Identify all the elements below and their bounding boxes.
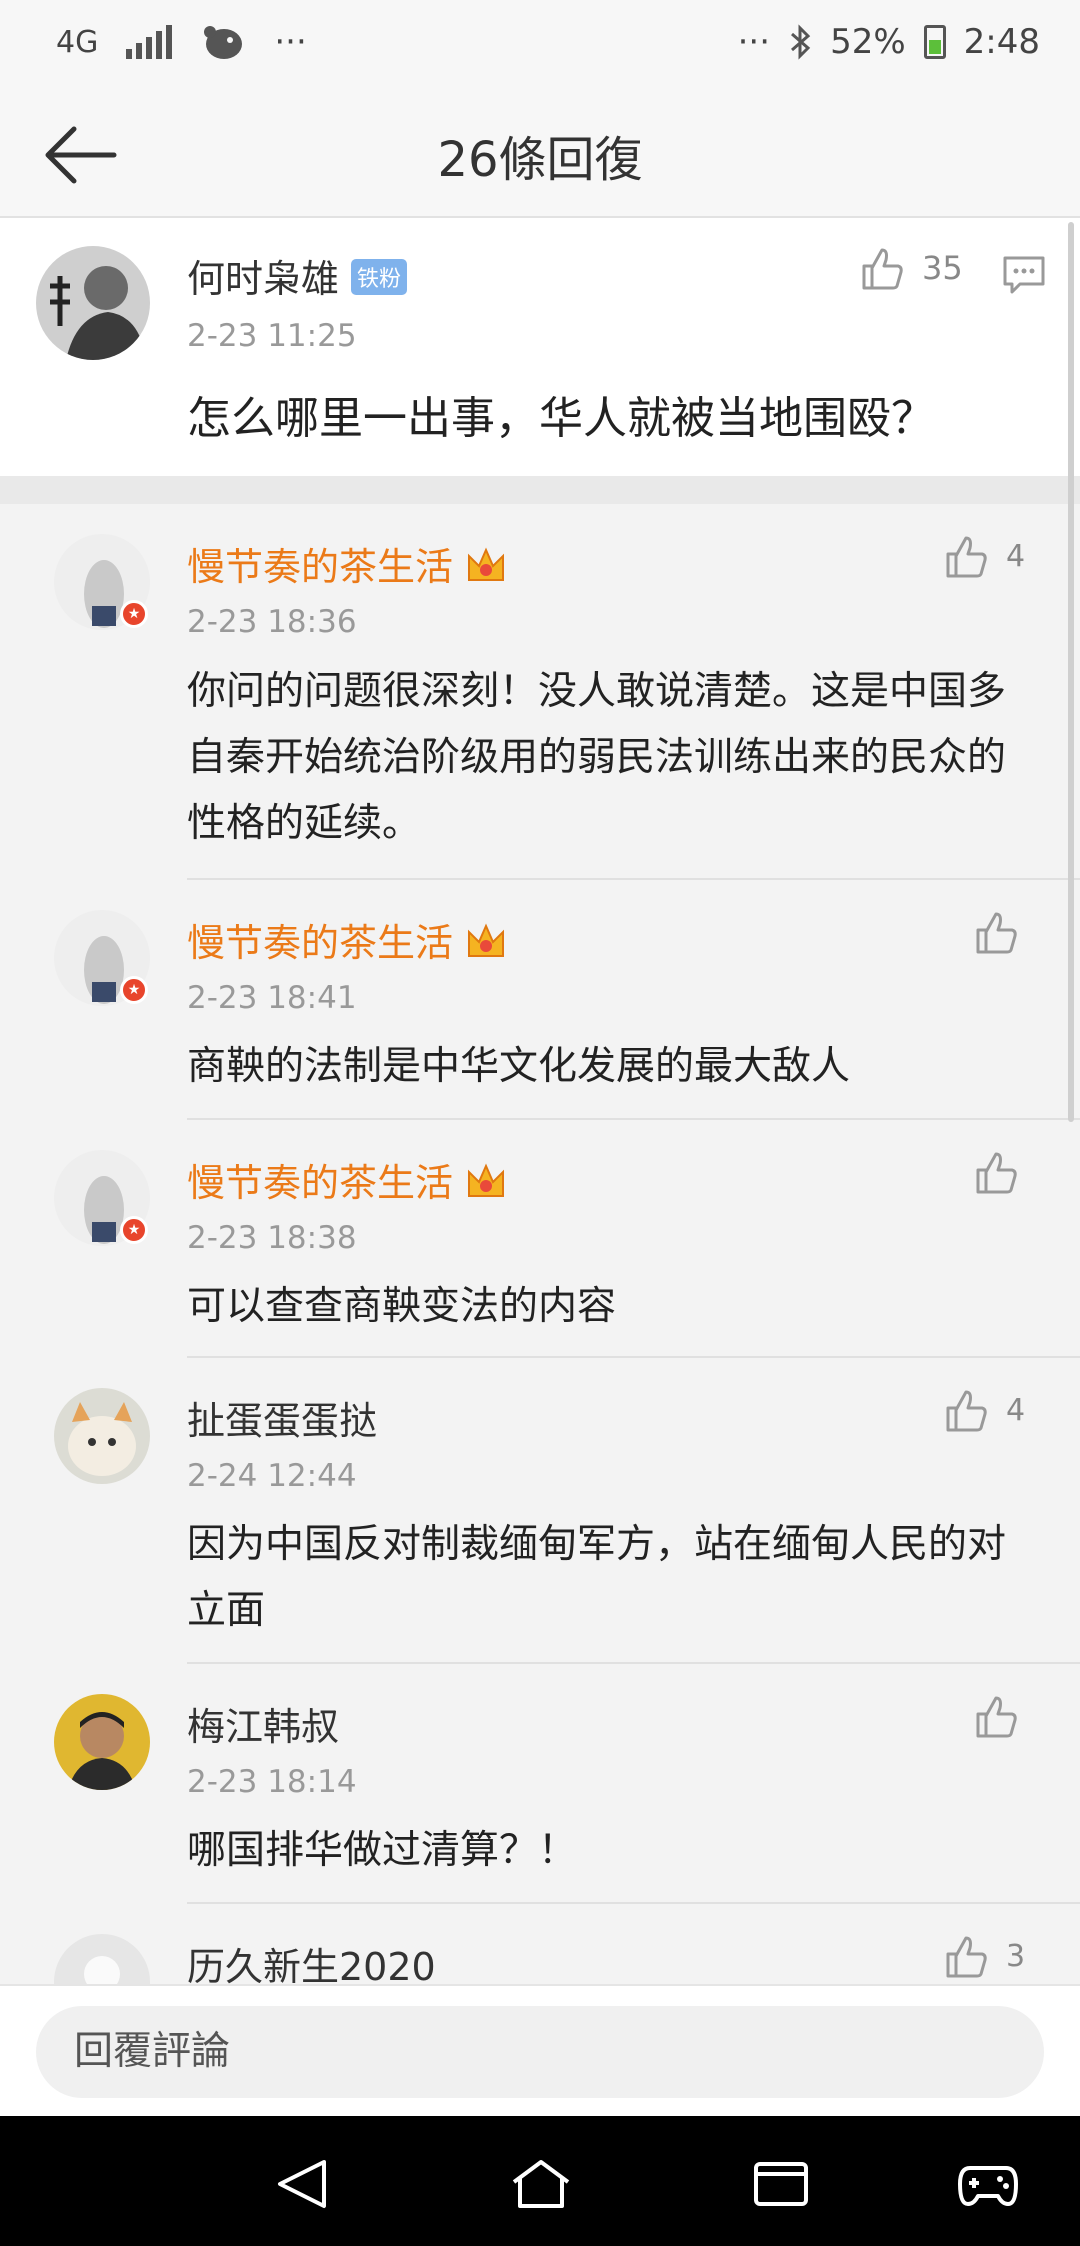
system-nav-bar <box>0 2116 1080 2246</box>
like-button[interactable]: 3 <box>942 1932 1025 1980</box>
thumbs-up-icon <box>976 1152 1017 1194</box>
back-nav-icon[interactable] <box>274 2156 330 2212</box>
reply-input[interactable]: 回覆評論 <box>36 2006 1044 2098</box>
signal-icon <box>126 25 173 59</box>
battery-percent: 52% <box>830 22 906 62</box>
reply-author[interactable]: 慢节奏的茶生活 <box>187 1152 507 1207</box>
reply-bar: 回覆評論 <box>0 1984 1080 2116</box>
network-indicator: 4G <box>56 24 99 60</box>
comment-author[interactable]: 何时枭雄 铁粉 <box>187 248 408 303</box>
recents-nav-icon[interactable] <box>752 2156 810 2212</box>
comment-icon[interactable] <box>1002 254 1046 296</box>
like-button[interactable]: 4 <box>942 532 1025 580</box>
app-notification-icon <box>204 26 243 59</box>
comment-time: 2-23 11:25 <box>187 318 357 354</box>
reply-time: 2-23 18:38 <box>187 1220 357 1256</box>
crown-icon <box>468 923 505 957</box>
reply-text: 哪国排华做过清算？！ <box>187 1828 578 1873</box>
like-count: 3 <box>1006 1938 1026 1974</box>
clock: 2:48 <box>963 22 1040 62</box>
thumbs-up-icon <box>946 1390 987 1432</box>
reply-text: 商鞅的法制是中华文化发展的最大敌人 <box>187 1044 851 1089</box>
reply-text: 你问的问题很深刻！没人敢说清楚。这是中国多自秦开始统治阶级用的弱民法训练出来的民… <box>187 669 1007 846</box>
home-nav-icon[interactable] <box>510 2156 572 2212</box>
avatar[interactable] <box>54 1934 150 1984</box>
reply-time: 2-23 18:14 <box>187 1764 357 1800</box>
like-button[interactable]: 4 <box>942 1386 1025 1434</box>
divider <box>187 1118 1080 1120</box>
reply-author[interactable]: 慢节奏的茶生活 <box>187 912 507 967</box>
bluetooth-icon <box>791 24 811 60</box>
like-count: 4 <box>1006 538 1026 574</box>
more-status: ··· <box>737 22 771 62</box>
reply-time: 2-24 12:44 <box>187 1458 357 1494</box>
reply-time: 2-23 18:36 <box>187 604 357 640</box>
main-comment: 何时枭雄 铁粉 2-23 11:25 35 怎么哪里一出事，华人就被当地围殴？ <box>0 218 1080 476</box>
divider <box>187 1356 1080 1358</box>
reply-author[interactable]: 慢节奏的茶生活 <box>187 536 507 591</box>
section-divider <box>0 476 1080 504</box>
like-button[interactable] <box>972 1692 1020 1740</box>
avatar[interactable] <box>54 1694 150 1790</box>
reply-text: 可以查查商鞅变法的内容 <box>187 1284 617 1329</box>
verified-badge: ★ <box>120 1216 148 1244</box>
battery-icon <box>923 25 946 59</box>
reply-time: 2-23 18:41 <box>187 980 357 1016</box>
divider <box>187 878 1080 880</box>
avatar[interactable] <box>54 1388 150 1484</box>
thumbs-up-icon <box>976 912 1017 954</box>
divider <box>187 1902 1080 1904</box>
crown-icon <box>468 547 505 581</box>
thumbs-up-icon <box>946 1936 987 1978</box>
more-notifications: ··· <box>274 22 307 62</box>
thumbs-up-icon <box>946 536 987 578</box>
scrollbar[interactable] <box>1068 222 1074 1122</box>
reply-list[interactable]: ★ 慢节奏的茶生活 2-23 18:36 4 你问的问题很深刻！没人敢说清楚。这… <box>0 504 1080 1984</box>
reply-text: 因为中国反对制裁缅甸军方，站在缅甸人民的对立面 <box>187 1522 1007 1633</box>
comment-text: 怎么哪里一出事，华人就被当地围殴？ <box>187 393 935 444</box>
top-bar: 26條回復 <box>0 90 1080 218</box>
reply-author[interactable]: 历久新生2020 <box>187 1936 436 1984</box>
thumbs-up-icon <box>976 1696 1017 1738</box>
crown-icon <box>468 1163 505 1197</box>
fan-badge: 铁粉 <box>351 259 408 295</box>
like-count: 35 <box>922 249 963 287</box>
like-count: 4 <box>1006 1392 1026 1428</box>
thumbs-up-icon <box>862 248 903 290</box>
verified-badge: ★ <box>120 976 148 1004</box>
like-button[interactable]: 35 <box>858 244 963 292</box>
reply-author[interactable]: 梅江韩叔 <box>187 1696 339 1751</box>
verified-badge: ★ <box>120 600 148 628</box>
status-bar: 4G ··· ··· 52% 2:48 <box>0 0 1080 90</box>
avatar[interactable] <box>36 246 150 360</box>
reply-author[interactable]: 扯蛋蛋蛋挞 <box>187 1390 377 1445</box>
page-title: 26條回復 <box>437 132 643 188</box>
divider <box>187 1662 1080 1664</box>
like-button[interactable] <box>972 1148 1020 1196</box>
like-button[interactable] <box>972 908 1020 956</box>
game-mode-icon[interactable] <box>956 2156 1020 2212</box>
